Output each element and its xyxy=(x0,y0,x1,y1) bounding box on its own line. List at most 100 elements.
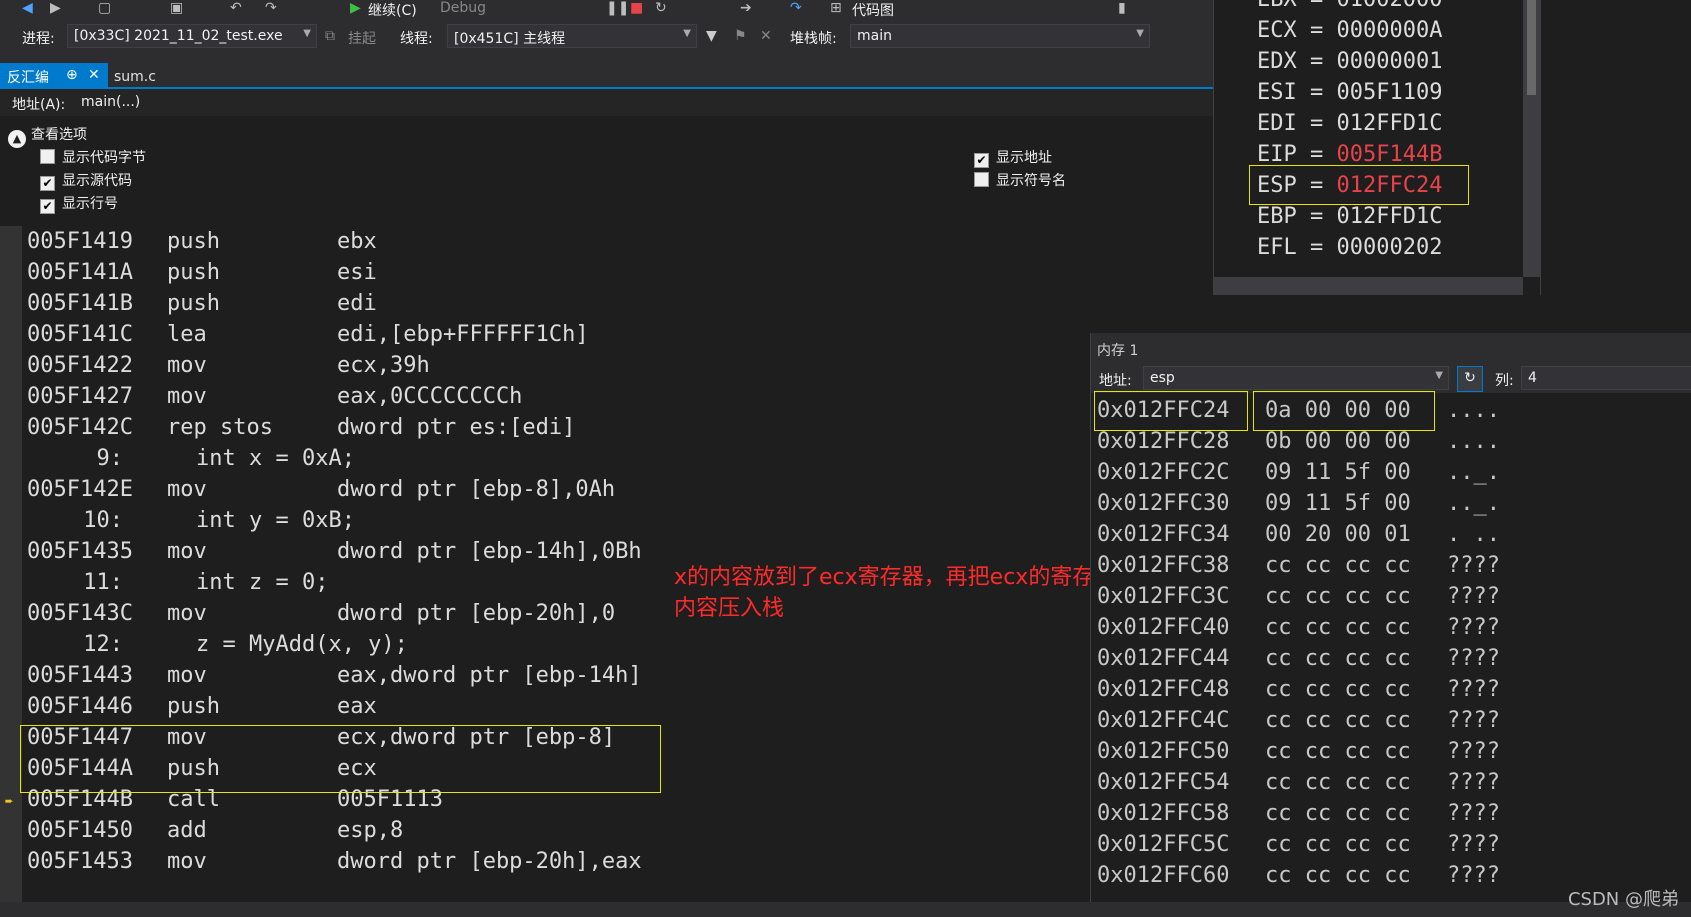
register-name: EDX xyxy=(1257,49,1297,74)
asm-address: 005F142C xyxy=(27,415,133,440)
codemap-button[interactable]: 代码图 xyxy=(852,0,894,20)
register-name: ESI xyxy=(1257,80,1297,105)
memory-chars: .._. xyxy=(1447,460,1500,485)
horizontal-scrollbar[interactable] xyxy=(0,902,1691,917)
show-next-statement-icon[interactable]: ➔ xyxy=(740,0,752,16)
forward-icon[interactable]: ▶ xyxy=(50,0,61,16)
asm-mnemonic: mov xyxy=(167,849,207,874)
save-icon[interactable]: ▣ xyxy=(170,0,183,16)
memory-bytes[interactable]: cc cc cc cc xyxy=(1265,798,1411,829)
asm-operands: dword ptr [ebp-20h],eax xyxy=(337,849,642,874)
memory-bytes[interactable]: cc cc cc cc xyxy=(1265,860,1411,891)
redo-icon[interactable]: ↷ xyxy=(265,0,277,16)
tab-disassembly[interactable]: 反汇编 ⊕ ✕ xyxy=(0,63,108,89)
show-symbol-names-checkbox[interactable]: 显示符号名 xyxy=(974,170,1066,190)
restart-icon[interactable]: ↻ xyxy=(655,0,667,16)
filter-icon[interactable]: ▼ xyxy=(706,28,717,44)
register-value: 01002000 xyxy=(1337,0,1443,12)
memory-bytes[interactable]: 00 20 00 01 xyxy=(1265,519,1411,550)
back-icon[interactable]: ◀ xyxy=(22,0,33,16)
memory-bytes[interactable]: cc cc cc cc xyxy=(1265,705,1411,736)
new-file-icon[interactable]: ▢ xyxy=(98,0,111,16)
asm-operands: esp,8 xyxy=(337,818,404,843)
memory-chars: .._. xyxy=(1447,491,1500,516)
flag-icon[interactable]: ⚑ xyxy=(734,28,747,44)
register-name: ECX xyxy=(1257,18,1297,43)
scrollbar-thumb[interactable] xyxy=(1527,0,1536,95)
highlight-box-mov-push-ecx xyxy=(20,725,661,793)
checkbox-label: 显示符号名 xyxy=(996,173,1066,189)
registers-vertical-scrollbar[interactable] xyxy=(1523,0,1540,277)
memory-chars: ???? xyxy=(1447,584,1500,609)
source-code: int z = 0; xyxy=(196,570,329,595)
view-options-panel: ▲ 查看选项 显示代码字节 ✔ 显示源代码 ✔ 显示行号 ✔ 显示地址 显示符号名 xyxy=(0,116,1215,226)
bookmark-icon[interactable]: ▮ xyxy=(1118,0,1126,16)
memory-title-bar: 内存 1 xyxy=(1091,333,1691,363)
source-line-number: 12: xyxy=(83,632,123,657)
checkmark-icon: ✔ xyxy=(40,176,55,191)
asm-mnemonic: mov xyxy=(167,539,207,564)
pin-icon[interactable]: ⊕ xyxy=(66,67,78,83)
codemap-icon[interactable]: ⊞ xyxy=(830,0,842,16)
memory-bytes[interactable]: cc cc cc cc xyxy=(1265,767,1411,798)
memory-bytes[interactable]: cc cc cc cc xyxy=(1265,643,1411,674)
show-source-checkbox[interactable]: ✔ 显示源代码 xyxy=(40,170,132,191)
address-input[interactable]: main(...) xyxy=(81,94,140,110)
memory-bytes[interactable]: cc cc cc cc xyxy=(1265,674,1411,705)
asm-operands: ecx,39h xyxy=(337,353,430,378)
memory-chars: .... xyxy=(1447,398,1500,423)
debug-toolbar: ◀ ▶ ▢ ▣ ↶ ↷ ▶ 继续(C) Debug ❚❚ ■ ↻ ➔ ↷ ⊞ 代… xyxy=(0,0,1215,20)
asm-address: 005F1419 xyxy=(27,229,133,254)
register-name: EFL xyxy=(1257,235,1297,260)
highlight-box-esp xyxy=(1249,165,1469,205)
stackframe-dropdown[interactable]: main ▼ xyxy=(850,24,1150,48)
close-icon[interactable]: ✕ xyxy=(88,67,100,83)
asm-address: 005F1422 xyxy=(27,353,133,378)
stackframe-value: main xyxy=(857,28,892,44)
checkbox-label: 显示代码字节 xyxy=(62,150,146,166)
asm-operands: eax,0CCCCCCCCh xyxy=(337,384,523,409)
memory-bytes[interactable]: 09 11 5f 00 xyxy=(1265,488,1411,519)
memory-rows[interactable]: 0x012FFC24 0a 00 00 00.... 0x012FFC28 0b 0… xyxy=(1091,364,1691,902)
config-dropdown[interactable]: Debug xyxy=(440,0,486,16)
pause-icon[interactable]: ❚❚ xyxy=(606,0,629,16)
show-address-checkbox[interactable]: ✔ 显示地址 xyxy=(974,147,1052,168)
chevron-down-icon: ▼ xyxy=(303,28,311,39)
memory-chars: ???? xyxy=(1447,770,1500,795)
memory-chars: ???? xyxy=(1447,553,1500,578)
process-dropdown[interactable]: [0x33C] 2021_11_02_test.exe ▼ xyxy=(67,24,317,48)
chevron-up-icon: ▲ xyxy=(8,130,26,148)
asm-address: 005F1450 xyxy=(27,818,133,843)
show-code-bytes-checkbox[interactable]: 显示代码字节 xyxy=(40,147,146,167)
register-name: EBX xyxy=(1257,0,1297,12)
registers-horizontal-scrollbar[interactable] xyxy=(1214,277,1523,295)
continue-button[interactable]: 继续(C) xyxy=(368,0,417,20)
memory-bytes[interactable]: cc cc cc cc xyxy=(1265,581,1411,612)
memory-bytes[interactable]: 09 11 5f 00 xyxy=(1265,457,1411,488)
memory-chars: ???? xyxy=(1447,739,1500,764)
asm-mnemonic: rep stos xyxy=(167,415,273,440)
memory-bytes[interactable]: cc cc cc cc xyxy=(1265,612,1411,643)
checkmark-icon: ✔ xyxy=(974,153,989,168)
memory-bytes[interactable]: cc cc cc cc xyxy=(1265,736,1411,767)
checkbox-label: 显示地址 xyxy=(996,150,1052,166)
view-options-toggle[interactable]: ▲ 查看选项 xyxy=(8,124,87,148)
address-label: 地址(A): xyxy=(12,97,66,113)
suspend-icon[interactable]: ⧉ xyxy=(325,28,335,44)
stop-icon[interactable]: ■ xyxy=(630,0,643,16)
memory-bytes[interactable]: cc cc cc cc xyxy=(1265,550,1411,581)
thread-dropdown[interactable]: [0x451C] 主线程 ▼ xyxy=(447,24,697,48)
memory-address: 0x012FFC40 xyxy=(1097,615,1230,640)
undo-icon[interactable]: ↶ xyxy=(230,0,242,16)
asm-address: 005F1427 xyxy=(27,384,133,409)
continue-icon[interactable]: ▶ xyxy=(350,0,361,16)
step-over-icon[interactable]: ↷ xyxy=(790,0,802,16)
suspend-button[interactable]: 挂起 xyxy=(348,28,376,48)
show-line-numbers-checkbox[interactable]: ✔ 显示行号 xyxy=(40,193,118,214)
memory-chars: ???? xyxy=(1447,677,1500,702)
flag-threads-icon[interactable]: ✕ xyxy=(760,28,772,44)
asm-operands: dword ptr es:[edi] xyxy=(337,415,576,440)
tab-sum-c[interactable]: sum.c xyxy=(108,63,168,89)
memory-bytes[interactable]: cc cc cc cc xyxy=(1265,829,1411,860)
tab-label: sum.c xyxy=(114,69,156,85)
